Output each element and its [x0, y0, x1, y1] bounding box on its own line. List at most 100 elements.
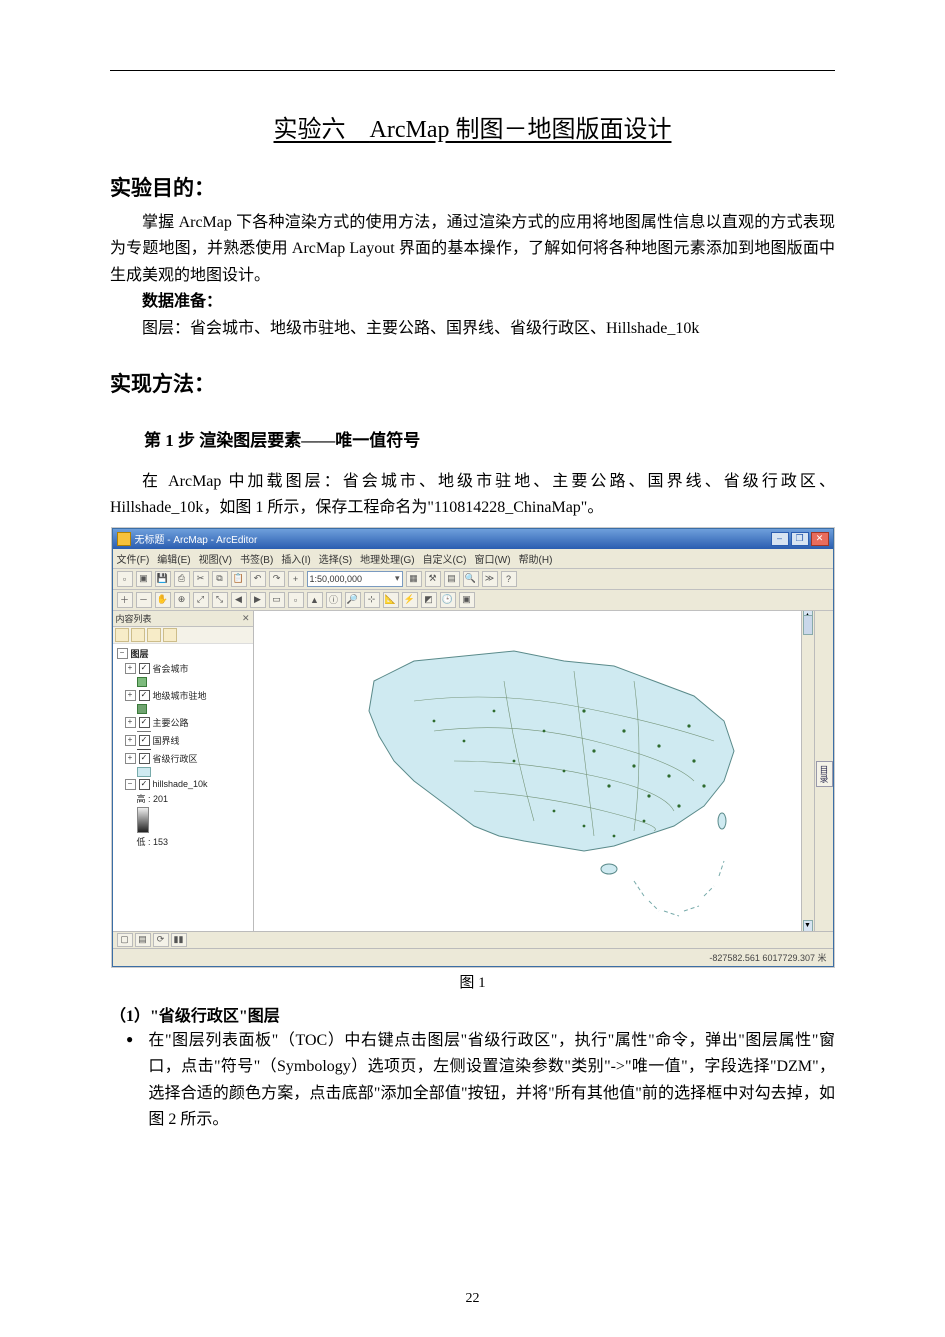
- open-icon[interactable]: ▣: [136, 571, 152, 587]
- add-data-icon[interactable]: +: [288, 571, 304, 587]
- layout-view-icon[interactable]: ▤: [135, 933, 151, 947]
- menu-window[interactable]: 窗口(W): [474, 551, 510, 566]
- expand-icon[interactable]: +: [125, 663, 136, 674]
- prev-extent-icon[interactable]: ◀: [231, 592, 247, 608]
- toc-list-by-selection-icon[interactable]: [163, 628, 177, 642]
- hillshade-low: 低 : 153: [115, 834, 251, 849]
- minimize-button[interactable]: –: [771, 532, 789, 546]
- close-button[interactable]: ✕: [811, 532, 829, 546]
- arcmap-workarea: 内容列表 ✕ − 图层 + ✓: [113, 611, 833, 931]
- dataframe-node[interactable]: − 图层: [115, 646, 251, 661]
- menu-view[interactable]: 视图(V): [199, 551, 232, 566]
- bullet-item-1: 在"图层列表面板"（TOC）中右键点击图层"省级行政区"，执行"属性"命令，弹出…: [126, 1028, 835, 1134]
- expand-icon[interactable]: +: [125, 753, 136, 764]
- menu-customize[interactable]: 自定义(C): [423, 551, 467, 566]
- zoom-in-icon[interactable]: ＋: [117, 592, 133, 608]
- data-view-icon[interactable]: ▢: [117, 933, 133, 947]
- menu-bookmarks[interactable]: 书签(B): [240, 551, 273, 566]
- hillshade-low-label: 低 : 153: [137, 835, 169, 848]
- python-icon[interactable]: ≫: [482, 571, 498, 587]
- vertical-scrollbar[interactable]: ▲ ▼: [801, 611, 814, 931]
- save-icon[interactable]: 💾: [155, 571, 171, 587]
- toc-list-by-source-icon[interactable]: [131, 628, 145, 642]
- layer-node[interactable]: + ✓ 地级城市驻地: [115, 688, 251, 703]
- goto-xy-icon[interactable]: ⊹: [364, 592, 380, 608]
- data-prep-label: 数据准备：: [142, 293, 222, 310]
- layer-checkbox[interactable]: ✓: [139, 735, 150, 746]
- layer-node[interactable]: + ✓ 省会城市: [115, 661, 251, 676]
- viewer-icon[interactable]: ▣: [459, 592, 475, 608]
- fixed-zoom-out-icon[interactable]: ⤡: [212, 592, 228, 608]
- search-icon[interactable]: 🔍: [463, 571, 479, 587]
- menu-file[interactable]: 文件(F): [117, 551, 150, 566]
- maximize-button[interactable]: ❐: [791, 532, 809, 546]
- layer-node[interactable]: + ✓ 省级行政区: [115, 751, 251, 766]
- menu-geoprocessing[interactable]: 地理处理(G): [360, 551, 414, 566]
- refresh-icon[interactable]: ⟳: [153, 933, 169, 947]
- menu-selection[interactable]: 选择(S): [319, 551, 352, 566]
- toc-close-icon[interactable]: ✕: [242, 613, 250, 624]
- expand-icon[interactable]: +: [125, 735, 136, 746]
- toc-panel: 内容列表 ✕ − 图层 + ✓: [113, 611, 254, 931]
- pan-icon[interactable]: ✋: [155, 592, 171, 608]
- toc-list-by-visibility-icon[interactable]: [147, 628, 161, 642]
- print-icon[interactable]: ⎙: [174, 571, 190, 587]
- hyperlink-icon[interactable]: ⚡: [402, 592, 418, 608]
- editor-toolbar-icon[interactable]: ▦: [406, 571, 422, 587]
- new-doc-icon[interactable]: ▫: [117, 571, 133, 587]
- next-extent-icon[interactable]: ▶: [250, 592, 266, 608]
- layer-checkbox[interactable]: ✓: [139, 690, 150, 701]
- layer-node[interactable]: + ✓ 国界线: [115, 733, 251, 748]
- fixed-zoom-in-icon[interactable]: ⤢: [193, 592, 209, 608]
- select-features-icon[interactable]: ▭: [269, 592, 285, 608]
- layer-label: 主要公路: [153, 716, 189, 729]
- copy-icon[interactable]: ⧉: [212, 571, 228, 587]
- scale-dropdown[interactable]: 1:50,000,000 ▾: [307, 571, 403, 587]
- layer-checkbox[interactable]: ✓: [139, 753, 150, 764]
- redo-icon[interactable]: ↷: [269, 571, 285, 587]
- toolbox-icon[interactable]: ⚒: [425, 571, 441, 587]
- toc-list-by-drawing-icon[interactable]: [115, 628, 129, 642]
- layer-node[interactable]: − ✓ hillshade_10k: [115, 778, 251, 791]
- catalog-tab[interactable]: 目录: [816, 761, 833, 787]
- collapse-icon[interactable]: −: [117, 648, 128, 659]
- line-symbol-icon: [137, 749, 151, 750]
- menu-edit[interactable]: 编辑(E): [157, 551, 190, 566]
- pointer-icon[interactable]: ▲: [307, 592, 323, 608]
- collapse-icon[interactable]: −: [125, 779, 136, 790]
- toc-title: 内容列表: [116, 612, 152, 625]
- layer-label: 省级行政区: [153, 752, 198, 765]
- layer-node[interactable]: + ✓ 主要公路: [115, 715, 251, 730]
- help-icon[interactable]: ?: [501, 571, 517, 587]
- arcmap-menubar: 文件(F) 编辑(E) 视图(V) 书签(B) 插入(I) 选择(S) 地理处理…: [113, 549, 833, 569]
- cut-icon[interactable]: ✂: [193, 571, 209, 587]
- menu-insert[interactable]: 插入(I): [281, 551, 310, 566]
- time-slider-icon[interactable]: 🕒: [440, 592, 456, 608]
- menu-help[interactable]: 帮助(H): [519, 551, 553, 566]
- dataframe-label: 图层: [131, 647, 149, 660]
- layer-checkbox[interactable]: ✓: [139, 663, 150, 674]
- bullet-list: 在"图层列表面板"（TOC）中右键点击图层"省级行政区"，执行"属性"命令，弹出…: [126, 1028, 835, 1134]
- clear-selection-icon[interactable]: ▫: [288, 592, 304, 608]
- layer-checkbox[interactable]: ✓: [139, 779, 150, 790]
- scroll-thumb[interactable]: [803, 615, 813, 635]
- identify-icon[interactable]: ⓘ: [326, 592, 342, 608]
- catalog-icon[interactable]: ▤: [444, 571, 460, 587]
- pause-drawing-icon[interactable]: ▮▮: [171, 933, 187, 947]
- zoom-out-icon[interactable]: －: [136, 592, 152, 608]
- china-map-svg: [254, 611, 814, 931]
- measure-icon[interactable]: 📐: [383, 592, 399, 608]
- expand-icon[interactable]: +: [125, 717, 136, 728]
- toc-tree[interactable]: − 图层 + ✓ 省会城市 + ✓ 地级城市驻地: [113, 644, 253, 931]
- layer-checkbox[interactable]: ✓: [139, 717, 150, 728]
- section-objective-heading: 实验目的：: [110, 172, 835, 202]
- html-popup-icon[interactable]: ◩: [421, 592, 437, 608]
- undo-icon[interactable]: ↶: [250, 571, 266, 587]
- find-icon[interactable]: 🔎: [345, 592, 361, 608]
- section-method-heading: 实现方法：: [110, 368, 835, 398]
- full-extent-icon[interactable]: ⊕: [174, 592, 190, 608]
- map-canvas[interactable]: ▲ ▼: [254, 611, 814, 931]
- paste-icon[interactable]: 📋: [231, 571, 247, 587]
- expand-icon[interactable]: +: [125, 690, 136, 701]
- scroll-down-icon[interactable]: ▼: [803, 920, 813, 931]
